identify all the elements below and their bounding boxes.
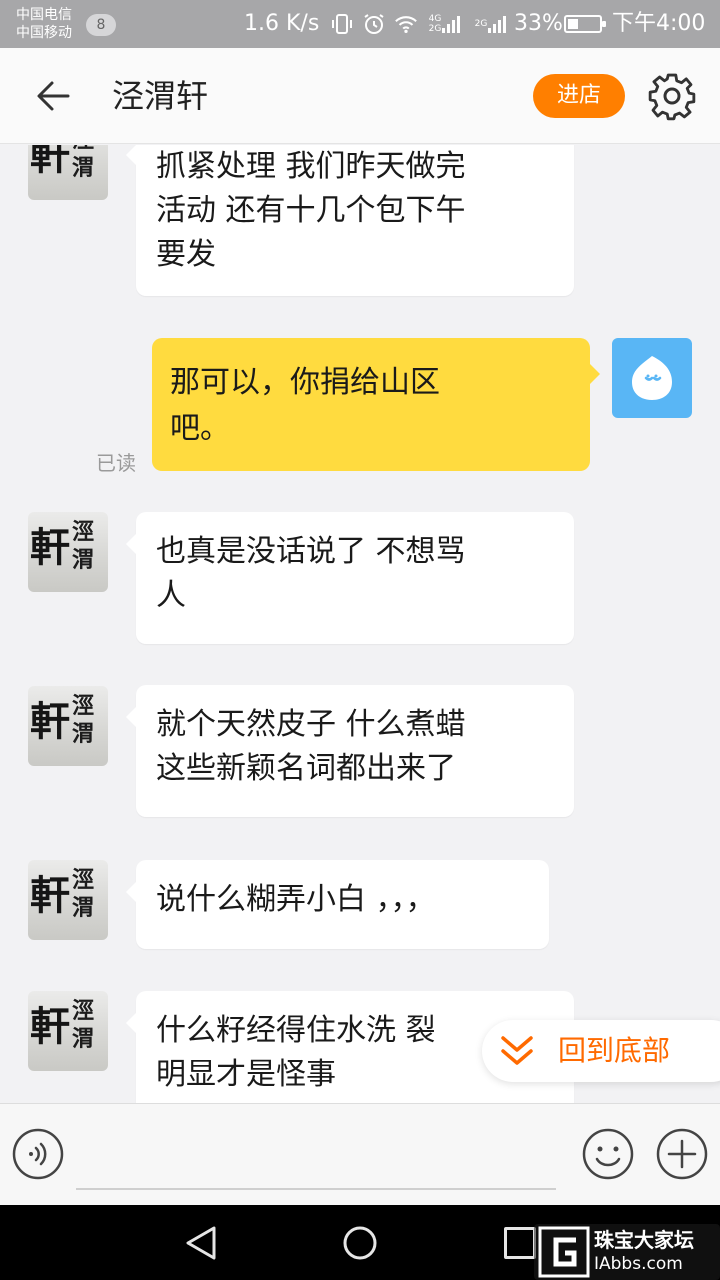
avatar-small-chars: 涇渭 (72, 693, 95, 747)
back-button[interactable] (30, 74, 78, 118)
status-clock: 下午4:00 (612, 11, 706, 36)
avatar-small-chars: 涇渭 (72, 867, 95, 921)
message-text: 什么籽经得住水洗 裂 明显才是怪事 (156, 1013, 436, 1092)
message-bubble[interactable]: 抓紧处理 我们昨天做完 活动 还有十几个包下午 要发 (126, 145, 574, 296)
emoji-icon (582, 1128, 634, 1180)
double-chevron-down-icon (501, 1036, 533, 1065)
net-4g-label: 4G (428, 14, 442, 24)
carrier-names: 中国电信 中国移动 (16, 6, 72, 42)
site-logo (538, 1226, 590, 1278)
nav-back-icon (186, 1226, 216, 1260)
shop-avatar[interactable]: 軒 涇渭 (28, 991, 108, 1071)
network-speed: 1.6 K/s (244, 11, 320, 36)
enter-store-button[interactable]: 进店 (533, 74, 625, 118)
message-text: 抓紧处理 我们昨天做完 活动 还有十几个包下午 要发 (156, 149, 466, 272)
net-2g-label: 2G (474, 19, 488, 29)
voice-icon (12, 1128, 64, 1180)
avatar-big-char: 軒 (30, 698, 70, 745)
watermark-url: IAbbs.com (594, 1254, 683, 1274)
signal-4g-icon: 4G 2G (426, 12, 466, 36)
avatar-big-char: 軒 (30, 1003, 70, 1050)
more-button[interactable] (656, 1128, 708, 1180)
user-avatar-icon (632, 356, 672, 400)
battery-fill (568, 19, 578, 29)
carrier-1: 中国电信 (16, 7, 72, 23)
nav-home-button[interactable] (342, 1225, 378, 1261)
vibrate-icon (330, 12, 354, 36)
signal-2g-icon: 2G (474, 12, 510, 36)
settings-button[interactable] (646, 70, 698, 122)
back-to-bottom-button[interactable]: 回到底部 (482, 1020, 720, 1082)
back-arrow-icon (37, 81, 70, 111)
avatar-small-chars: 涇渭 (72, 519, 95, 573)
message-text: 说什么糊弄小白 ，，， (156, 882, 436, 917)
avatar-small-chars: 涇渭 (72, 998, 95, 1052)
site-watermark: 珠宝大家坛 IAbbs.com (534, 1224, 720, 1280)
chat-header: 泾渭轩 进店 (0, 48, 720, 144)
emoji-button[interactable] (582, 1128, 634, 1180)
avatar-big-char: 軒 (30, 872, 70, 919)
avatar-small-chars: 涇渭 (72, 145, 95, 181)
page-title: 泾渭轩 (112, 77, 209, 115)
my-message-bubble[interactable]: 那可以，你捐给山区 吧。 (152, 338, 600, 471)
message-text: 那可以，你捐给山区 吧。 (170, 365, 440, 446)
message-bubble[interactable]: 就个天然皮子 什么煮蜡 这些新颖名词都出来了 (126, 685, 574, 817)
message-bubble[interactable]: 说什么糊弄小白 ，，， (126, 860, 549, 949)
read-status: 已读 (96, 451, 136, 475)
status-icons: 4G 2G 2G (330, 10, 510, 38)
battery-icon (564, 15, 606, 33)
back-to-bottom-label: 回到底部 (558, 1034, 671, 1067)
status-bar: 中国电信 中国移动 8 1.6 K/s 4G 2G 2G 33% 下午4:00 (0, 0, 720, 48)
battery-percent: 33% (514, 11, 563, 36)
shop-avatar[interactable]: 軒 涇渭 (28, 145, 108, 200)
input-bar (0, 1103, 720, 1205)
nav-recent-icon[interactable] (504, 1227, 536, 1259)
avatar-big-char: 軒 (30, 524, 70, 571)
carrier-2: 中国移动 (16, 25, 72, 41)
shop-avatar[interactable]: 軒 涇渭 (28, 860, 108, 940)
gear-icon (648, 73, 696, 121)
message-input[interactable] (76, 1126, 556, 1190)
wifi-icon (394, 12, 418, 36)
net-2g-small-label: 2G (428, 24, 442, 34)
avatar-big-char: 軒 (30, 145, 70, 179)
sim-badge: 8 (86, 14, 116, 36)
voice-button[interactable] (12, 1128, 64, 1180)
message-text: 也真是没话说了 不想骂 人 (156, 534, 466, 613)
message-bubble[interactable]: 也真是没话说了 不想骂 人 (126, 512, 574, 644)
plus-icon (656, 1128, 708, 1180)
alarm-icon (362, 12, 386, 36)
message-text: 就个天然皮子 什么煮蜡 这些新颖名词都出来了 (156, 707, 466, 786)
nav-home-icon (343, 1226, 377, 1260)
chat-messages[interactable]: 軒 涇渭 抓紧处理 我们昨天做完 活动 还有十几个包下午 要发 已读 那可以，你… (0, 145, 720, 1103)
watermark-title: 珠宝大家坛 (594, 1228, 694, 1252)
my-avatar[interactable] (612, 338, 692, 418)
shop-avatar[interactable]: 軒 涇渭 (28, 512, 108, 592)
shop-avatar[interactable]: 軒 涇渭 (28, 686, 108, 766)
nav-back-button[interactable] (184, 1225, 218, 1261)
